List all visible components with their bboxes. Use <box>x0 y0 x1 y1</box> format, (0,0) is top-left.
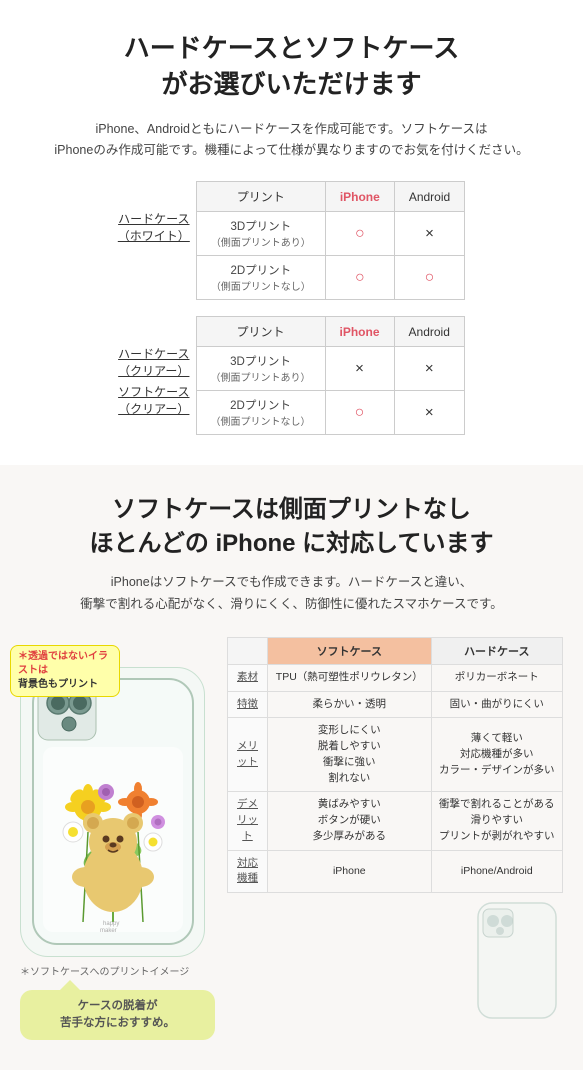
soft-value-cell: TPU（熱可塑性ポリウレタン） <box>268 664 432 691</box>
table1-container: ハードケース（ホワイト） プリント iPhone Android 3Dプリント（… <box>30 181 553 300</box>
android-value-cell: × <box>394 391 464 435</box>
section1-desc: iPhone、Androidともにハードケースを作成可能です。ソフトケースはiP… <box>30 119 553 162</box>
phone-svg: happy maker <box>28 677 198 947</box>
hard-value-cell: ポリカーボネート <box>431 664 562 691</box>
table2-left-labels: ハードケース（クリアー） ソフトケース（クリアー） <box>118 316 189 420</box>
hard-value-cell: 固い・曲がりにくい <box>431 691 562 718</box>
table-row: 3Dプリント（側面プリントあり） ○ × <box>196 212 464 256</box>
table1-left-labels: ハードケース（ホワイト） <box>118 181 190 247</box>
section1: ハードケースとソフトケースがお選びいただけます iPhone、Androidとも… <box>0 0 583 455</box>
col-print-header: プリント <box>196 182 325 212</box>
android-value-cell: × <box>394 212 464 256</box>
hard-value-cell: 衝撃で割れることがある滑りやすいプリントが剥がれやすい <box>431 792 562 850</box>
iphone-value-cell: ○ <box>325 391 394 435</box>
col-android-header2: Android <box>394 317 464 347</box>
print-type-cell: 2Dプリント（側面プリントなし） <box>196 391 325 435</box>
comparison-table: ソフトケース ハードケース 素材 TPU（熱可塑性ポリウレタン） ポリカーボネー… <box>227 637 563 893</box>
soft-value-cell: 変形しにくい脱着しやすい衝撃に強い割れない <box>268 718 432 792</box>
label-cell: 特徴 <box>228 691 268 718</box>
table-row: 素材 TPU（熱可塑性ポリウレタン） ポリカーボネート <box>228 664 563 691</box>
soft-case-clear-label: ソフトケース（クリアー） <box>118 384 189 418</box>
svg-text:maker: maker <box>100 928 117 934</box>
table-row: 2Dプリント（側面プリントなし） ○ ○ <box>196 256 464 300</box>
table1: プリント iPhone Android 3Dプリント（側面プリントあり） ○ ×… <box>196 181 465 300</box>
section1-title: ハードケースとソフトケースがお選びいただけます <box>30 30 553 103</box>
hard-case-white-label: ハードケース（ホワイト） <box>118 211 190 245</box>
col-iphone-header2: iPhone <box>325 317 394 347</box>
android-value-cell: ○ <box>394 256 464 300</box>
label-cell: 対応機種 <box>228 850 268 893</box>
table2-container: ハードケース（クリアー） ソフトケース（クリアー） プリント iPhone An… <box>30 316 553 435</box>
col-hard-header: ハードケース <box>431 637 562 664</box>
table-row: メリット 変形しにくい脱着しやすい衝撃に強い割れない 薄くて軽い対応機種が多いカ… <box>228 718 563 792</box>
phone-caption: ＊ソフトケースへのプリントイメージ <box>20 963 215 978</box>
label-cell: デメリット <box>228 792 268 850</box>
soft-value-cell: 黄ばみやすいボタンが硬い多少厚みがある <box>268 792 432 850</box>
iphone-value-cell: ○ <box>325 256 394 300</box>
iphone-value-cell: ○ <box>325 212 394 256</box>
table-row: デメリット 黄ばみやすいボタンが硬い多少厚みがある 衝撃で割れることがある滑りや… <box>228 792 563 850</box>
section2-desc: iPhoneはソフトケースでも作成できます。ハードケースと違い、衝撃で割れる心配… <box>20 572 563 615</box>
hard-value-cell: iPhone/Android <box>431 850 562 893</box>
col-print-header2: プリント <box>196 317 325 347</box>
table-row: 2Dプリント（側面プリントなし） ○ × <box>196 391 464 435</box>
android-value-cell: × <box>394 347 464 391</box>
print-type-cell: 3Dプリント（側面プリントあり） <box>196 347 325 391</box>
note-text: 背景色もプリント <box>18 679 98 690</box>
col-android-header: Android <box>394 182 464 212</box>
print-type-cell: 3Dプリント（側面プリントあり） <box>196 212 325 256</box>
callout-bubble: ケースの脱着が苦手な方におすすめ。 <box>20 990 215 1041</box>
soft-value-cell: iPhone <box>268 850 432 893</box>
table-row: 特徴 柔らかい・透明 固い・曲がりにくい <box>228 691 563 718</box>
svg-text:happy: happy <box>103 921 119 927</box>
section2: ソフトケースは側面プリントなしほとんどの iPhone に対応しています iPh… <box>0 465 583 1070</box>
phone-column: ＊透過ではないイラストは 背景色もプリント <box>20 637 215 1041</box>
label-cell: 素材 <box>228 664 268 691</box>
soft-value-cell: 柔らかい・透明 <box>268 691 432 718</box>
col-iphone-header: iPhone <box>325 182 394 212</box>
table-row: 対応機種 iPhone iPhone/Android <box>228 850 563 893</box>
hard-case-clear-label: ハードケース（クリアー） <box>118 346 189 380</box>
table2: プリント iPhone Android 3Dプリント（側面プリントあり） × ×… <box>196 316 465 435</box>
comparison-table-column: ソフトケース ハードケース 素材 TPU（熱可塑性ポリウレタン） ポリカーボネー… <box>227 637 563 1024</box>
phone-transparent-svg <box>473 901 563 1021</box>
label-cell: メリット <box>228 718 268 792</box>
bottom-content: ＊透過ではないイラストは 背景色もプリント <box>20 637 563 1041</box>
note-highlight: ＊透過ではないイラストは <box>18 651 108 676</box>
phone-mockup: happy maker <box>20 667 205 957</box>
col-soft-header: ソフトケース <box>268 637 432 664</box>
print-type-cell: 2Dプリント（側面プリントなし） <box>196 256 325 300</box>
section2-title: ソフトケースは側面プリントなしほとんどの iPhone に対応しています <box>20 493 563 560</box>
hard-value-cell: 薄くて軽い対応機種が多いカラー・デザインが多い <box>431 718 562 792</box>
iphone-value-cell: × <box>325 347 394 391</box>
table-row: 3Dプリント（側面プリントあり） × × <box>196 347 464 391</box>
note-bubble: ＊透過ではないイラストは 背景色もプリント <box>10 645 120 697</box>
